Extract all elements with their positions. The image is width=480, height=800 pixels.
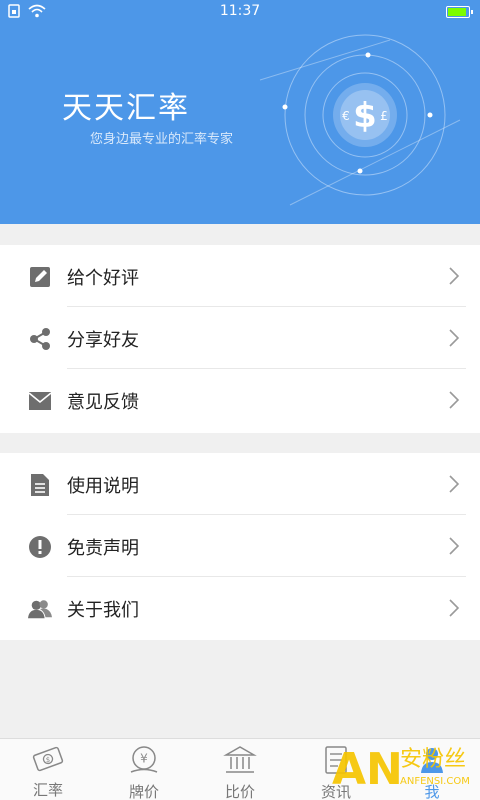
app-title: 天天汇率 [62, 91, 190, 126]
menu-item-disclaimer[interactable]: 免责声明 [0, 515, 480, 577]
status-bar: 11:37 [0, 0, 480, 24]
menu-item-label: 使用说明 [67, 476, 139, 497]
share-icon [28, 327, 52, 351]
money-note-icon: $ [31, 745, 65, 773]
menu-item-rate[interactable]: 给个好评 [0, 245, 480, 307]
menu-item-feedback[interactable]: 意见反馈 [0, 369, 480, 431]
alert-icon [28, 535, 52, 559]
menu-item-label: 意见反馈 [67, 392, 139, 413]
menu-item-label: 给个好评 [67, 268, 139, 289]
menu-item-label: 关于我们 [67, 600, 139, 621]
header-banner: $ € £ 天天汇率 您身边最专业的汇率专家 [0, 0, 480, 224]
chevron-right-icon [449, 599, 460, 617]
edit-icon [28, 265, 52, 289]
svg-text:安粉丝: 安粉丝 [400, 747, 466, 772]
menu-item-about[interactable]: 关于我们 [0, 577, 480, 639]
mail-icon [28, 389, 52, 413]
users-icon [28, 597, 52, 621]
svg-text:€: € [342, 109, 350, 123]
anfensi-watermark-logo: AN 安粉丝 ANFENSI.COM [332, 744, 470, 795]
menu-item-instructions[interactable]: 使用说明 [0, 453, 480, 515]
document-icon [28, 473, 52, 497]
svg-text:¥: ¥ [140, 752, 148, 766]
menu-item-share[interactable]: 分享好友 [0, 307, 480, 369]
chevron-right-icon [449, 475, 460, 493]
chevron-right-icon [449, 537, 460, 555]
chevron-right-icon [449, 267, 460, 285]
tab-label: 牌价 [128, 783, 159, 800]
svg-text:$: $ [353, 96, 377, 136]
menu-group-feedback: 给个好评 分享好友 意见反馈 [0, 245, 480, 433]
bank-icon [223, 745, 257, 775]
svg-text:AN: AN [332, 744, 403, 795]
svg-text:ANFENSI.COM: ANFENSI.COM [400, 776, 470, 787]
clock: 11:37 [219, 3, 261, 19]
svg-text:$: $ [46, 756, 50, 764]
tab-label: 汇率 [32, 781, 63, 799]
app-subtitle: 您身边最专业的汇率专家 [90, 132, 234, 147]
menu-item-label: 分享好友 [67, 330, 139, 351]
currency-globe-graphic: $ € £ [259, 34, 461, 206]
menu-item-label: 免责声明 [67, 538, 139, 559]
chevron-right-icon [449, 329, 460, 347]
battery-icon [446, 6, 473, 18]
tab-quotes[interactable]: ¥ 牌价 [96, 739, 192, 800]
svg-text:£: £ [380, 109, 388, 123]
chevron-right-icon [449, 391, 460, 409]
menu-group-info: 使用说明 免责声明 关于我们 [0, 453, 480, 640]
yen-coin-icon: ¥ [127, 745, 161, 775]
tab-rates[interactable]: $ 汇率 [0, 739, 96, 800]
tab-compare[interactable]: 比价 [192, 739, 288, 800]
tab-label: 比价 [224, 783, 255, 800]
